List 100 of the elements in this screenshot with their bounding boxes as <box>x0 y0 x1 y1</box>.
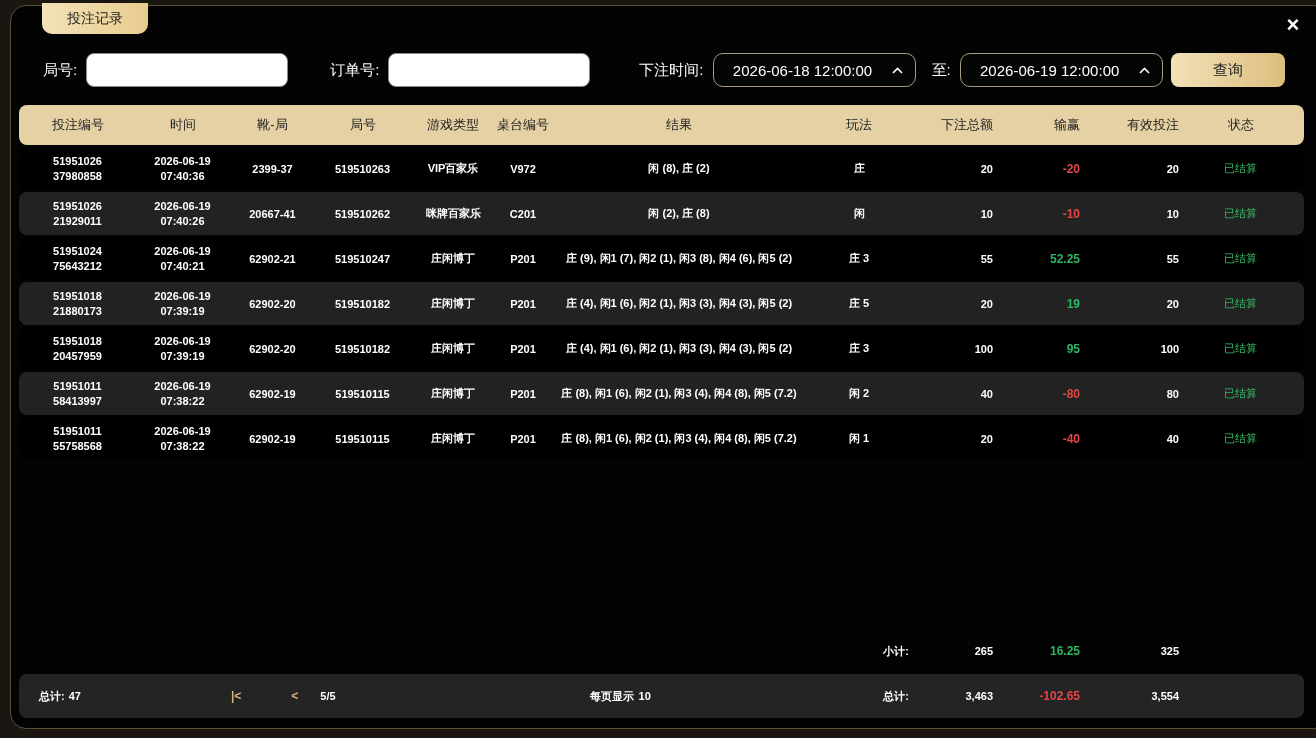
table-cell: 庄 5 <box>848 297 870 309</box>
page-indicator: 5/5 <box>320 690 336 702</box>
table-cell: VIP百家乐 <box>427 162 479 174</box>
table-cell: 5195101155758568 <box>53 423 102 454</box>
table-cell: 519510263 <box>334 162 391 175</box>
table-cell: 20 <box>980 162 993 175</box>
table-cell-text: 2026-06-19 07:40:21 <box>153 243 212 274</box>
table-cell: P201 <box>510 342 536 355</box>
table-cell: 5195102621929011 <box>53 198 102 229</box>
table-cell: -40 <box>1062 431 1080 446</box>
table-cell: 2399-37 <box>252 162 293 175</box>
table-cell: 闲 2 <box>848 387 870 399</box>
table-cell: P201 <box>510 387 536 400</box>
column-header: 玩法 <box>845 116 873 134</box>
total-value: -102.65 <box>1039 689 1080 703</box>
table-cell: 62902-20 <box>249 342 296 355</box>
table-cell: 已结算 <box>1224 252 1257 264</box>
table-cell: 52.25 <box>1049 251 1080 266</box>
column-header: 局号 <box>348 116 377 134</box>
table-cell: 庄 3 <box>848 342 870 354</box>
first-page-button[interactable]: |< <box>230 689 242 703</box>
table-cell: 已结算 <box>1224 342 1257 354</box>
table-cell: 519510247 <box>334 252 391 265</box>
total-label: 总计: <box>883 689 909 702</box>
total-label: 总计: <box>39 688 65 704</box>
table-cell: 庄闲博丁 <box>431 432 475 444</box>
total-label: 小计: <box>883 644 909 657</box>
table-cell: 庄 3 <box>848 252 870 264</box>
table-cell: -10 <box>1062 206 1080 221</box>
end-date-picker[interactable]: 2026-06-19 12:00:00 <box>959 53 1163 87</box>
table-cell: 62902-19 <box>249 387 296 400</box>
round-input-field[interactable] <box>86 53 289 87</box>
table-cell: 62902-19 <box>249 432 296 445</box>
column-header: 靴-局 <box>256 116 289 134</box>
table-cell-text: 2026-06-19 07:38:22 <box>153 378 212 409</box>
table-cell: 10 <box>980 207 993 220</box>
table-cell: 95 <box>1066 341 1080 356</box>
table-cell: 55 <box>1166 252 1179 265</box>
column-header: 输赢 <box>1053 116 1081 134</box>
table-cell: C201 <box>509 207 537 220</box>
table-cell: 已结算 <box>1224 432 1257 444</box>
close-button[interactable]: × <box>1283 14 1303 36</box>
field-label: 下注时间: <box>639 60 704 80</box>
table-cell: 已结算 <box>1224 387 1257 399</box>
column-header: 有效投注 <box>1126 116 1180 134</box>
table-cell: 519510262 <box>334 207 391 220</box>
table-cell: 庄 (9), 闲1 (7), 闲2 (1), 闲3 (8), 闲4 (6), 闲5 (2) <box>565 252 793 264</box>
table-cell: 闲 <box>853 207 865 219</box>
table-cell-text: 2026-06-19 07:40:26 <box>153 198 212 229</box>
table-cell: 庄闲博丁 <box>431 342 475 354</box>
column-header: 投注编号 <box>50 116 105 134</box>
table-cell: 100 <box>1160 342 1179 355</box>
column-header: 状态 <box>1226 116 1255 134</box>
table-cell: 庄闲博丁 <box>431 252 475 264</box>
table-cell: 519510115 <box>335 387 390 400</box>
table-cell: 5195101820457959 <box>53 333 102 364</box>
column-header: 时间 <box>168 116 197 134</box>
table-cell: -80 <box>1062 386 1080 401</box>
table-cell: 闲 1 <box>848 432 870 444</box>
per-page-label: 每页显示 <box>589 688 634 704</box>
table-cell: 20 <box>1166 297 1179 310</box>
table-cell: 庄 (4), 闲1 (6), 闲2 (1), 闲3 (3), 闲4 (3), 闲5 (2) <box>565 342 793 354</box>
table-cell: P201 <box>510 432 536 445</box>
table-cell-text: 2026-06-19 07:40:36 <box>153 153 212 184</box>
field-label: 至: <box>931 60 951 80</box>
previous-page-button[interactable]: < <box>291 689 299 703</box>
caret-up-icon <box>1138 66 1150 74</box>
field-label: 局号: <box>43 60 78 80</box>
column-header: 结果 <box>665 116 693 134</box>
table-cell: 庄闲博丁 <box>431 297 475 309</box>
start-date-picker[interactable]: 2026-06-18 12:00:00 <box>712 53 916 87</box>
table-cell: 庄 (8), 闲1 (6), 闲2 (1), 闲3 (4), 闲4 (8), 闲5 (7.2) <box>561 432 797 444</box>
table-cell: 庄 (4), 闲1 (6), 闲2 (1), 闲3 (3), 闲4 (3), 闲5 (2) <box>565 297 793 309</box>
table-cell: 55 <box>980 252 993 265</box>
table-cell: 20 <box>980 432 993 445</box>
table-cell-text: 2026-06-19 07:38:22 <box>153 423 212 454</box>
table-cell: 519510182 <box>334 342 391 355</box>
table-cell: 20 <box>980 297 993 310</box>
table-cell: 62902-20 <box>249 297 296 310</box>
table-cell: V972 <box>510 162 536 175</box>
table-cell: 519510182 <box>334 297 391 310</box>
table-cell: P201 <box>510 297 536 310</box>
table-cell: 庄 (8), 闲1 (6), 闲2 (1), 闲3 (4), 闲4 (8), 闲5 (7.2) <box>561 387 797 399</box>
table-cell: 庄闲博丁 <box>431 387 475 399</box>
total-count: 47 <box>68 690 81 702</box>
dialog-title-tab[interactable]: 投注记录 <box>42 3 148 34</box>
table-cell: 62902-21 <box>249 252 296 265</box>
table-cell: 闲 (8), 庄 (2) <box>648 162 710 174</box>
table-cell: 40 <box>1166 432 1179 445</box>
order-input-field[interactable] <box>388 53 591 87</box>
table-cell: 5195102475643212 <box>53 243 102 274</box>
caret-up-icon <box>891 66 903 74</box>
total-value: 16.25 <box>1049 644 1080 658</box>
table-cell: 519510115 <box>335 432 390 445</box>
query-button[interactable]: 查询 <box>1170 53 1285 87</box>
table-cell: P201 <box>510 252 536 265</box>
table-cell: 20667-41 <box>249 207 296 220</box>
total-value: 325 <box>1160 645 1179 657</box>
per-page-value: 10 <box>638 690 651 702</box>
table-cell: 庄 <box>853 162 865 174</box>
